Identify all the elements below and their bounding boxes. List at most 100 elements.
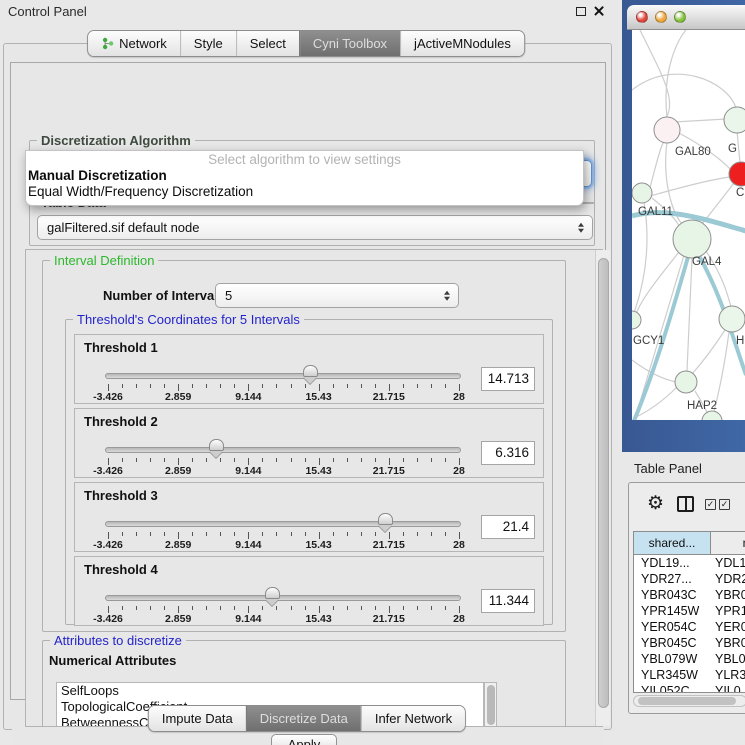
graph-node[interactable] <box>724 107 745 133</box>
tab-jactivemnodules[interactable]: jActiveMNodules <box>400 31 524 56</box>
dropdown-option-equal-width-frequency[interactable]: Equal Width/Frequency Discretization <box>26 184 583 200</box>
cell-name[interactable]: YBR0 <box>715 587 745 603</box>
cell-name[interactable]: YDL1 <box>715 555 745 571</box>
cell-name[interactable]: YBR0 <box>715 635 745 651</box>
columns-icon[interactable] <box>677 496 694 512</box>
graph-edge[interactable] <box>692 330 725 374</box>
cell-shared-name[interactable]: YDL19... <box>634 555 715 571</box>
number-of-intervals-select[interactable]: 5 <box>215 283 459 308</box>
cell-shared-name[interactable]: YPR145W <box>634 603 715 619</box>
slider-track[interactable] <box>105 521 461 527</box>
tab-label: Infer Network <box>375 711 452 726</box>
settings-vertical-scrollbar[interactable] <box>595 250 610 726</box>
dropdown-option-manual-discretization[interactable]: Manual Discretization <box>26 168 583 184</box>
cell-shared-name[interactable]: YER054C <box>634 619 715 635</box>
threshold-value-field[interactable]: 14.713 <box>481 367 535 391</box>
cell-shared-name[interactable]: YLR345W <box>634 667 715 683</box>
graph-edge[interactable] <box>632 74 736 108</box>
cell-shared-name[interactable]: YBL079W <box>634 651 715 667</box>
tab-style[interactable]: Style <box>180 31 236 56</box>
cell-name[interactable]: YPR1 <box>715 603 745 619</box>
dropdown-hint-option[interactable]: Select algorithm to view settings <box>26 151 583 168</box>
network-window-titlebar[interactable] <box>627 5 745 30</box>
cell-name[interactable]: YER0 <box>715 619 745 635</box>
table-data-select[interactable]: galFiltered.sif default node <box>37 215 593 240</box>
cell-shared-name[interactable]: YDR27... <box>634 571 715 587</box>
column-header-name[interactable]: na <box>711 532 745 554</box>
graph-node[interactable] <box>632 183 652 203</box>
slider-handle[interactable] <box>303 365 318 377</box>
graph-node[interactable] <box>729 162 745 186</box>
slider-track[interactable] <box>105 595 461 601</box>
slider-handle[interactable] <box>209 439 224 451</box>
cell-shared-name[interactable]: YIL052C <box>634 683 715 693</box>
tab-cyni-toolbox[interactable]: Cyni Toolbox <box>299 31 400 56</box>
close-icon[interactable] <box>593 5 605 17</box>
mac-zoom-button[interactable] <box>674 11 686 23</box>
mac-close-button[interactable] <box>636 11 648 23</box>
cell-name[interactable]: YBL0 <box>715 651 745 667</box>
tick-mark <box>445 458 446 462</box>
tick-mark <box>389 532 390 539</box>
graph-edge[interactable] <box>650 140 665 188</box>
graph-node[interactable] <box>702 411 722 420</box>
tab-impute-data[interactable]: Impute Data <box>149 706 246 731</box>
cell-name[interactable]: YDR2 <box>715 571 745 587</box>
table-row[interactable]: YPR145WYPR1 <box>634 603 745 619</box>
table-row[interactable]: YLR345WYLR3 <box>634 667 745 683</box>
attribute-list-item[interactable]: SelfLoops <box>57 683 483 699</box>
table-row[interactable]: YBR045CYBR0 <box>634 635 745 651</box>
tab-discretize-data[interactable]: Discretize Data <box>246 706 361 731</box>
slider-track[interactable] <box>105 447 461 453</box>
attributes-list-scrollbar[interactable] <box>484 682 497 727</box>
tick-mark <box>136 532 137 536</box>
checkbox-icon[interactable]: ✓ <box>719 499 730 510</box>
table-row[interactable]: YDL19...YDL1 <box>634 555 745 571</box>
scrollbar-thumb[interactable] <box>638 697 736 705</box>
slider-handle[interactable] <box>265 587 280 599</box>
graph-edge[interactable] <box>674 119 726 122</box>
graph-edge[interactable] <box>737 131 740 163</box>
tab-select[interactable]: Select <box>236 31 299 56</box>
table-horizontal-scrollbar[interactable] <box>633 695 745 707</box>
graph-edge[interactable] <box>640 30 670 118</box>
cell-name[interactable]: YIL0 <box>715 683 745 693</box>
network-graph[interactable]: GAL80GCGAL11GAL4GCY1HHAP2 <box>632 30 745 420</box>
tab-infer-network[interactable]: Infer Network <box>361 706 465 731</box>
graph-node[interactable] <box>675 371 697 393</box>
mac-minimize-button[interactable] <box>655 11 667 23</box>
scrollbar-thumb[interactable] <box>487 685 495 725</box>
slider-track[interactable] <box>105 373 461 379</box>
graph-node[interactable] <box>632 311 641 329</box>
threshold-value-field[interactable]: 11.344 <box>481 589 535 613</box>
graph-node[interactable] <box>719 306 745 332</box>
tab-network[interactable]: Network <box>88 31 180 56</box>
cell-shared-name[interactable]: YBR043C <box>634 587 715 603</box>
tick-mark <box>262 384 263 388</box>
table-row[interactable]: YER054CYER0 <box>634 619 745 635</box>
network-canvas[interactable]: GAL80GCGAL11GAL4GCY1HHAP2 <box>632 30 745 420</box>
cell-name[interactable]: YLR3 <box>715 667 745 683</box>
scale-label: -3.426 <box>93 465 123 477</box>
tick-mark <box>389 384 390 391</box>
table-row[interactable]: YDR27...YDR2 <box>634 571 745 587</box>
float-window-icon[interactable] <box>576 7 586 16</box>
scrollbar-thumb[interactable] <box>598 258 609 708</box>
threshold-value-field[interactable]: 21.4 <box>481 515 535 539</box>
graph-node[interactable] <box>654 117 680 143</box>
graph-node[interactable] <box>673 220 711 258</box>
tick-mark <box>459 458 460 465</box>
table-row[interactable]: YBR043CYBR0 <box>634 587 745 603</box>
checkbox-icon[interactable]: ✓ <box>705 499 716 510</box>
cell-shared-name[interactable]: YBR045C <box>634 635 715 651</box>
table-row[interactable]: YBL079WYBL0 <box>634 651 745 667</box>
graph-edge[interactable] <box>687 258 692 371</box>
tick-mark <box>333 458 334 462</box>
gear-icon[interactable]: ⚙ <box>647 494 664 514</box>
column-header-shared-name[interactable]: shared... <box>634 532 711 554</box>
apply-button[interactable]: Apply <box>271 734 337 745</box>
threshold-value-field[interactable]: 6.316 <box>481 441 535 465</box>
graph-edge[interactable] <box>650 177 730 196</box>
table-row[interactable]: YIL052CYIL0 <box>634 683 745 693</box>
slider-handle[interactable] <box>378 513 393 525</box>
